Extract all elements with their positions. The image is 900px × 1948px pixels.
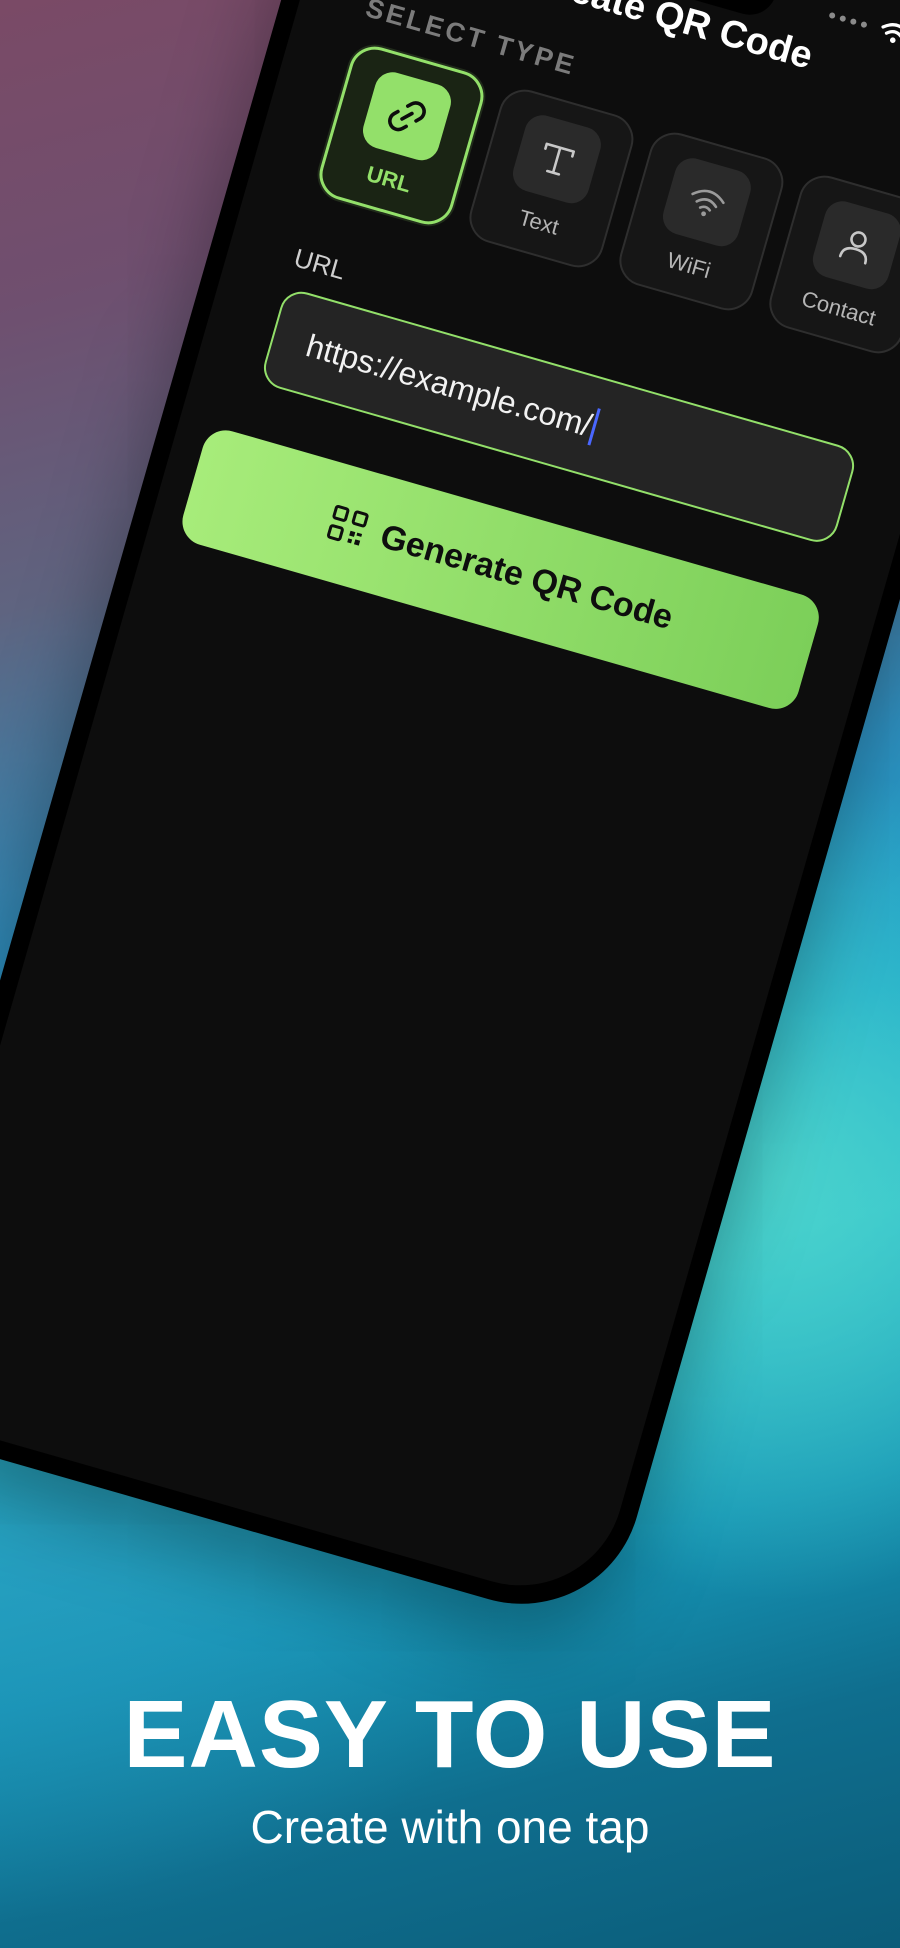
type-label-text: Text bbox=[516, 204, 562, 240]
type-card-contact[interactable]: Contact bbox=[763, 169, 900, 360]
type-label-url: URL bbox=[363, 160, 415, 198]
marketing-headline: EASY TO USE bbox=[123, 1681, 777, 1788]
phone-frame: Create QR Code SELECT TYPE URL Text WiFi… bbox=[0, 0, 900, 1633]
type-label-contact: Contact bbox=[798, 285, 879, 331]
type-card-url[interactable]: URL bbox=[313, 40, 490, 231]
contact-icon bbox=[838, 231, 868, 265]
link-icon bbox=[388, 101, 426, 132]
qr-code-icon bbox=[326, 504, 369, 546]
url-field-label: URL bbox=[290, 242, 350, 286]
wifi-icon bbox=[691, 189, 725, 217]
wifi-status-icon bbox=[881, 23, 900, 43]
url-input-value: https://example.com/ bbox=[302, 326, 597, 443]
marketing-subhead: Create with one tap bbox=[250, 1801, 650, 1853]
text-icon bbox=[544, 142, 575, 176]
signal-dots-icon bbox=[828, 11, 868, 29]
type-card-wifi[interactable]: WiFi bbox=[613, 126, 790, 317]
generate-qr-label: Generate QR Code bbox=[376, 516, 678, 637]
type-label-wifi: WiFi bbox=[664, 247, 714, 284]
app-screen: Create QR Code SELECT TYPE URL Text WiFi… bbox=[0, 0, 900, 1610]
phone-mockup-area: Create QR Code SELECT TYPE URL Text WiFi… bbox=[0, 0, 900, 1948]
type-card-text[interactable]: Text bbox=[463, 83, 640, 274]
